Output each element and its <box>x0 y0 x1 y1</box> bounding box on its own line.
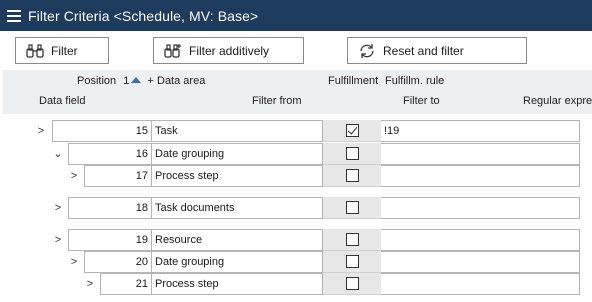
header-regular-expression[interactable]: Regular expre <box>523 95 592 107</box>
position-cell[interactable]: 20 <box>84 251 152 273</box>
refresh-icon <box>360 43 374 58</box>
fulfillment-rule-cell[interactable]: !19 <box>381 120 580 142</box>
data-area-cell[interactable]: Task <box>152 120 323 142</box>
fulfillment-checkbox[interactable] <box>345 233 359 246</box>
fulfillment-rule-cell[interactable] <box>381 165 580 187</box>
fulfillment-checkbox[interactable] <box>345 277 359 290</box>
title-bar: Filter Criteria <Schedule, MV: Base> <box>0 0 592 31</box>
filter-additively-button[interactable]: Filter additively <box>153 37 304 64</box>
header-fulfillment[interactable]: Fulfillment <box>328 75 378 87</box>
expand-toggle-icon[interactable]: > <box>53 202 63 214</box>
collapse-toggle-icon[interactable]: ⌄ <box>53 147 63 160</box>
fulfillment-checkbox[interactable] <box>345 124 359 137</box>
position-cell[interactable]: 16 <box>68 143 152 165</box>
fulfillment-cell <box>323 197 381 219</box>
position-cell[interactable]: 19 <box>68 229 152 251</box>
sort-order-number: 1 <box>123 75 130 87</box>
fulfillment-checkbox[interactable] <box>345 255 359 268</box>
header-data-field[interactable]: Data field <box>39 95 85 107</box>
fulfillment-checkbox[interactable] <box>345 147 359 160</box>
filter-button-label: Filter <box>51 43 78 58</box>
expand-toggle-icon[interactable]: > <box>69 170 79 182</box>
data-area-cell[interactable]: Process step <box>152 165 323 187</box>
fulfillment-rule-cell[interactable] <box>381 273 580 295</box>
header-filter-to[interactable]: Filter to <box>403 95 440 107</box>
filter-additively-button-label: Filter additively <box>189 43 270 58</box>
header-position[interactable]: Position 1 + <box>77 75 154 87</box>
header-fulfillment-rule[interactable]: Fulfillm. rule <box>385 75 444 87</box>
position-cell[interactable]: 21 <box>100 273 152 295</box>
fulfillment-checkbox[interactable] <box>345 201 359 214</box>
data-area-cell[interactable]: Resource <box>152 229 323 251</box>
position-cell[interactable]: 17 <box>84 165 152 187</box>
expand-toggle-icon[interactable]: > <box>53 234 63 246</box>
hamburger-menu-icon[interactable] <box>7 9 21 22</box>
data-area-cell[interactable]: Date grouping <box>152 251 323 273</box>
position-cell[interactable]: 18 <box>68 197 152 219</box>
header-data-area[interactable]: Data area <box>157 75 205 87</box>
fulfillment-cell <box>323 120 381 142</box>
add-sort-icon[interactable]: + <box>147 75 153 87</box>
sort-ascending-icon[interactable] <box>131 77 142 83</box>
binoculars-icon <box>26 43 44 58</box>
fulfillment-cell <box>323 251 381 273</box>
fulfillment-cell <box>323 273 381 295</box>
position-cell[interactable]: 15 <box>52 120 152 142</box>
fulfillment-rule-cell[interactable] <box>381 229 580 251</box>
reset-and-filter-button-label: Reset and filter <box>383 43 464 58</box>
reset-and-filter-button[interactable]: Reset and filter <box>347 37 527 64</box>
expand-toggle-icon[interactable]: > <box>36 125 46 137</box>
expand-toggle-icon[interactable]: > <box>69 256 79 268</box>
expand-toggle-icon[interactable]: > <box>85 278 95 290</box>
filter-button[interactable]: Filter <box>15 37 109 64</box>
fulfillment-cell <box>323 165 381 187</box>
fulfillment-cell <box>323 229 381 251</box>
fulfillment-rule-cell[interactable] <box>381 197 580 219</box>
window-title: Filter Criteria <Schedule, MV: Base> <box>28 7 259 24</box>
fulfillment-checkbox[interactable] <box>345 169 359 182</box>
data-area-cell[interactable]: Date grouping <box>152 143 323 165</box>
fulfillment-cell <box>323 143 381 165</box>
header-filter-from[interactable]: Filter from <box>252 95 302 107</box>
binoculars-plus-icon <box>164 43 181 58</box>
fulfillment-rule-cell[interactable] <box>381 251 580 273</box>
fulfillment-rule-cell[interactable] <box>381 143 580 165</box>
data-area-cell[interactable]: Process step <box>152 273 323 295</box>
data-area-cell[interactable]: Task documents <box>152 197 323 219</box>
